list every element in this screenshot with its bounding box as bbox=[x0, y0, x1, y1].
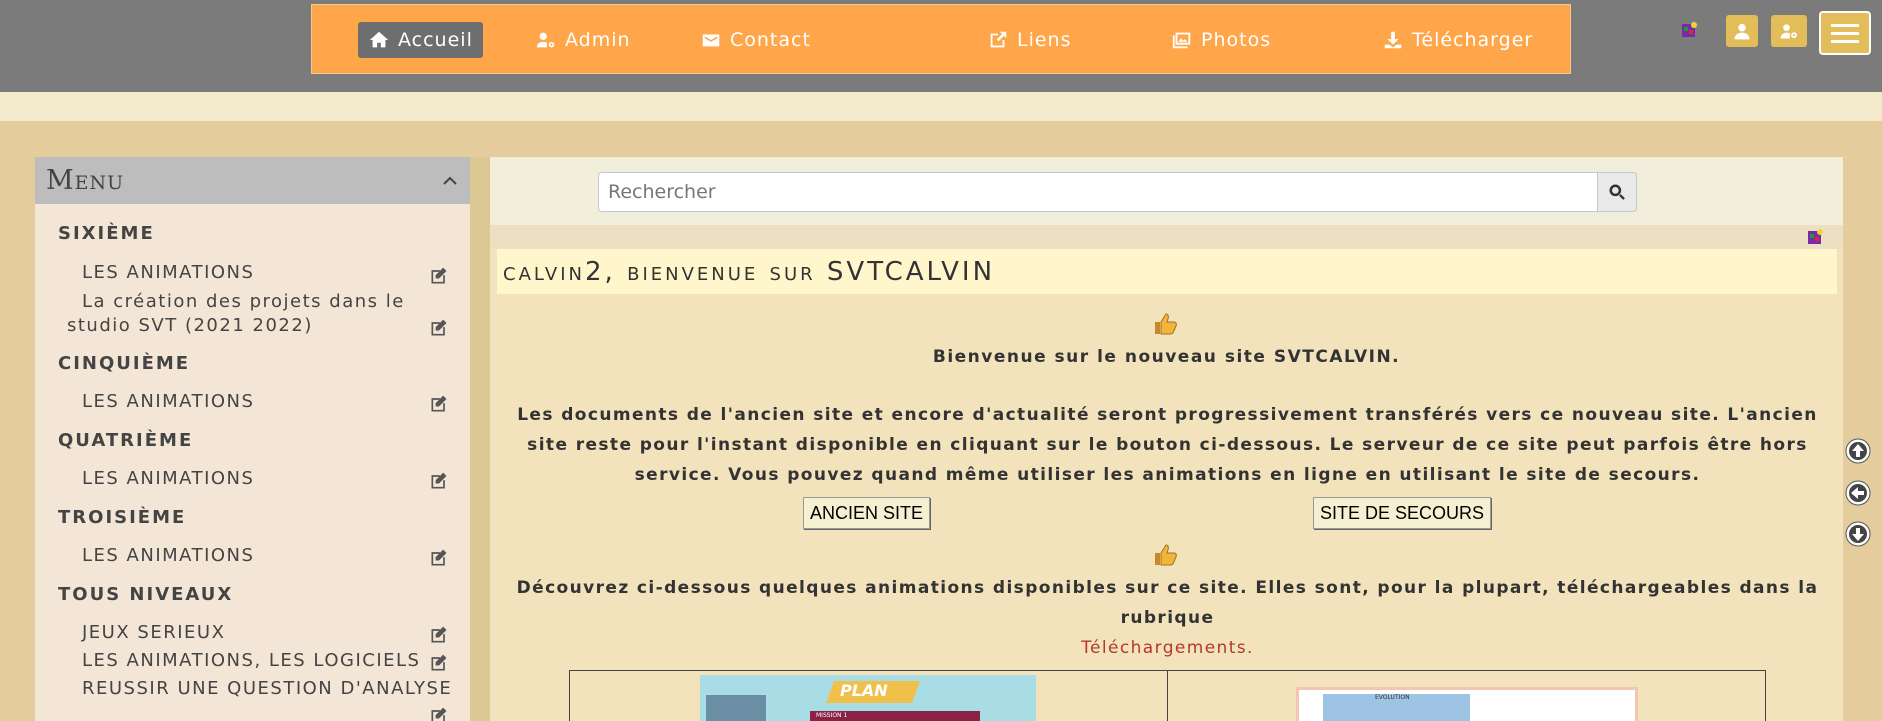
menu-link[interactable]: LES ANIMATIONS bbox=[82, 467, 254, 491]
top-bar: Accueil Admin Contact Liens Photos Téléc… bbox=[0, 0, 1882, 92]
nav-label: Liens bbox=[1017, 29, 1072, 51]
user-gear-icon bbox=[536, 32, 555, 48]
search-icon bbox=[1609, 184, 1625, 200]
menu-link[interactable]: LES ANIMATIONS bbox=[82, 261, 254, 285]
burger-line bbox=[1831, 31, 1859, 35]
info-paragraph: Les documents de l'ancien site et encore… bbox=[517, 405, 1818, 485]
edit-icon[interactable] bbox=[429, 653, 449, 673]
user-button[interactable] bbox=[1726, 15, 1758, 47]
home-icon bbox=[369, 31, 389, 48]
welcome-line: Bienvenue sur le nouveau site SVTCALVIN. bbox=[932, 347, 1401, 367]
page-title: calvin2, bienvenue sur SVTCALVIN bbox=[503, 257, 996, 287]
nav-accueil[interactable]: Accueil bbox=[358, 22, 483, 58]
animation-thumbnail-evolution[interactable]: EVOLUTION bbox=[1296, 687, 1638, 721]
nav-telecharger[interactable]: Télécharger bbox=[1372, 22, 1543, 58]
nav-label: Admin bbox=[565, 29, 631, 51]
page-title-band: calvin2, bienvenue sur SVTCALVIN bbox=[497, 249, 1837, 294]
search-button[interactable] bbox=[1597, 172, 1637, 212]
menu-category-sixieme[interactable]: SIXIÈME bbox=[58, 223, 155, 244]
discover-paragraph: Découvrez ci-dessous quelques animations… bbox=[500, 573, 1835, 663]
menu-link[interactable]: REUSSIR UNE QUESTION D'ANALYSE bbox=[82, 677, 452, 701]
downloads-link[interactable]: Téléchargements. bbox=[1081, 638, 1254, 658]
table-cell: EVOLUTION bbox=[1168, 671, 1765, 721]
search-input[interactable] bbox=[598, 172, 1598, 212]
edit-icon[interactable] bbox=[429, 318, 449, 338]
back-icon[interactable] bbox=[1845, 480, 1871, 506]
discover-text: Découvrez ci-dessous quelques animations… bbox=[516, 578, 1819, 628]
menu-category-tous-niveaux[interactable]: TOUS NIVEAUX bbox=[58, 584, 233, 605]
thumbnail-label: PLAN bbox=[840, 681, 888, 700]
main-nav: Accueil Admin Contact Liens Photos Téléc… bbox=[311, 4, 1571, 74]
menu-link[interactable]: LES ANIMATIONS, LES LOGICIELS bbox=[82, 649, 420, 673]
admin-button[interactable] bbox=[1771, 15, 1807, 47]
scroll-bottom-icon[interactable] bbox=[1845, 521, 1871, 547]
nav-contact[interactable]: Contact bbox=[690, 22, 821, 58]
edit-icon[interactable] bbox=[429, 471, 449, 491]
animations-table: PLAN MISSION 1 EVOLUTION bbox=[569, 670, 1766, 721]
menu-link[interactable]: LES ANIMATIONS bbox=[82, 544, 254, 568]
thumbnail-label: EVOLUTION bbox=[1375, 694, 1410, 701]
download-icon bbox=[1384, 31, 1402, 49]
thumbnail-sublabel: MISSION 1 bbox=[816, 712, 848, 719]
chevron-up-icon[interactable] bbox=[442, 173, 458, 189]
user-icon bbox=[1734, 23, 1750, 40]
nav-admin[interactable]: Admin bbox=[525, 22, 641, 58]
header-strip bbox=[0, 92, 1882, 121]
table-cell: PLAN MISSION 1 bbox=[570, 671, 1168, 721]
thumbs-up-icon bbox=[1155, 544, 1177, 566]
nav-label: Contact bbox=[730, 29, 811, 51]
side-menu: Menu SIXIÈME LES ANIMATIONS La création … bbox=[35, 157, 470, 721]
burger-line bbox=[1831, 39, 1859, 43]
nav-liens[interactable]: Liens bbox=[977, 22, 1082, 58]
envelope-icon bbox=[702, 34, 720, 47]
menu-title: Menu bbox=[46, 165, 125, 196]
ancien-site-button[interactable]: ANCIEN SITE bbox=[803, 497, 931, 529]
menu-link[interactable]: La création des projets dans le studio S… bbox=[67, 290, 407, 338]
animation-thumbnail-plan[interactable]: PLAN MISSION 1 bbox=[700, 675, 1036, 721]
site-de-secours-button[interactable]: SITE DE SECOURS bbox=[1313, 497, 1492, 529]
burger-line bbox=[1831, 23, 1859, 27]
edit-icon[interactable] bbox=[429, 706, 449, 721]
nav-photos[interactable]: Photos bbox=[1161, 22, 1281, 58]
edit-icon[interactable] bbox=[429, 394, 449, 414]
images-icon bbox=[1172, 32, 1191, 49]
nav-label: Accueil bbox=[398, 29, 473, 51]
column-separator bbox=[470, 157, 490, 721]
city-skyline bbox=[706, 695, 766, 721]
toolbar-strip bbox=[490, 225, 1843, 249]
thumbs-up-icon bbox=[1155, 313, 1177, 335]
menu-link[interactable]: LES ANIMATIONS bbox=[82, 390, 254, 414]
scroll-top-icon[interactable] bbox=[1845, 438, 1871, 464]
menu-header[interactable]: Menu bbox=[35, 157, 470, 204]
colored-gear-icon[interactable] bbox=[1680, 21, 1698, 39]
colored-gear-icon[interactable] bbox=[1806, 228, 1824, 246]
search-bar bbox=[490, 157, 1843, 225]
menu-link[interactable]: JEUX SERIEUX bbox=[82, 621, 225, 645]
user-gear-icon bbox=[1780, 24, 1797, 39]
hamburger-menu-button[interactable] bbox=[1819, 11, 1871, 55]
edit-icon[interactable] bbox=[429, 548, 449, 568]
edit-icon[interactable] bbox=[429, 625, 449, 645]
nav-label: Photos bbox=[1201, 29, 1272, 51]
edit-icon[interactable] bbox=[429, 266, 449, 286]
menu-category-cinquieme[interactable]: CINQUIÈME bbox=[58, 353, 190, 374]
nav-label: Télécharger bbox=[1412, 29, 1534, 51]
external-link-icon bbox=[990, 31, 1007, 48]
menu-category-quatrieme[interactable]: QUATRIÈME bbox=[58, 430, 193, 451]
menu-category-troisieme[interactable]: TROISIÈME bbox=[58, 507, 186, 528]
main-content: calvin2, bienvenue sur SVTCALVIN Bienven… bbox=[490, 157, 1843, 721]
